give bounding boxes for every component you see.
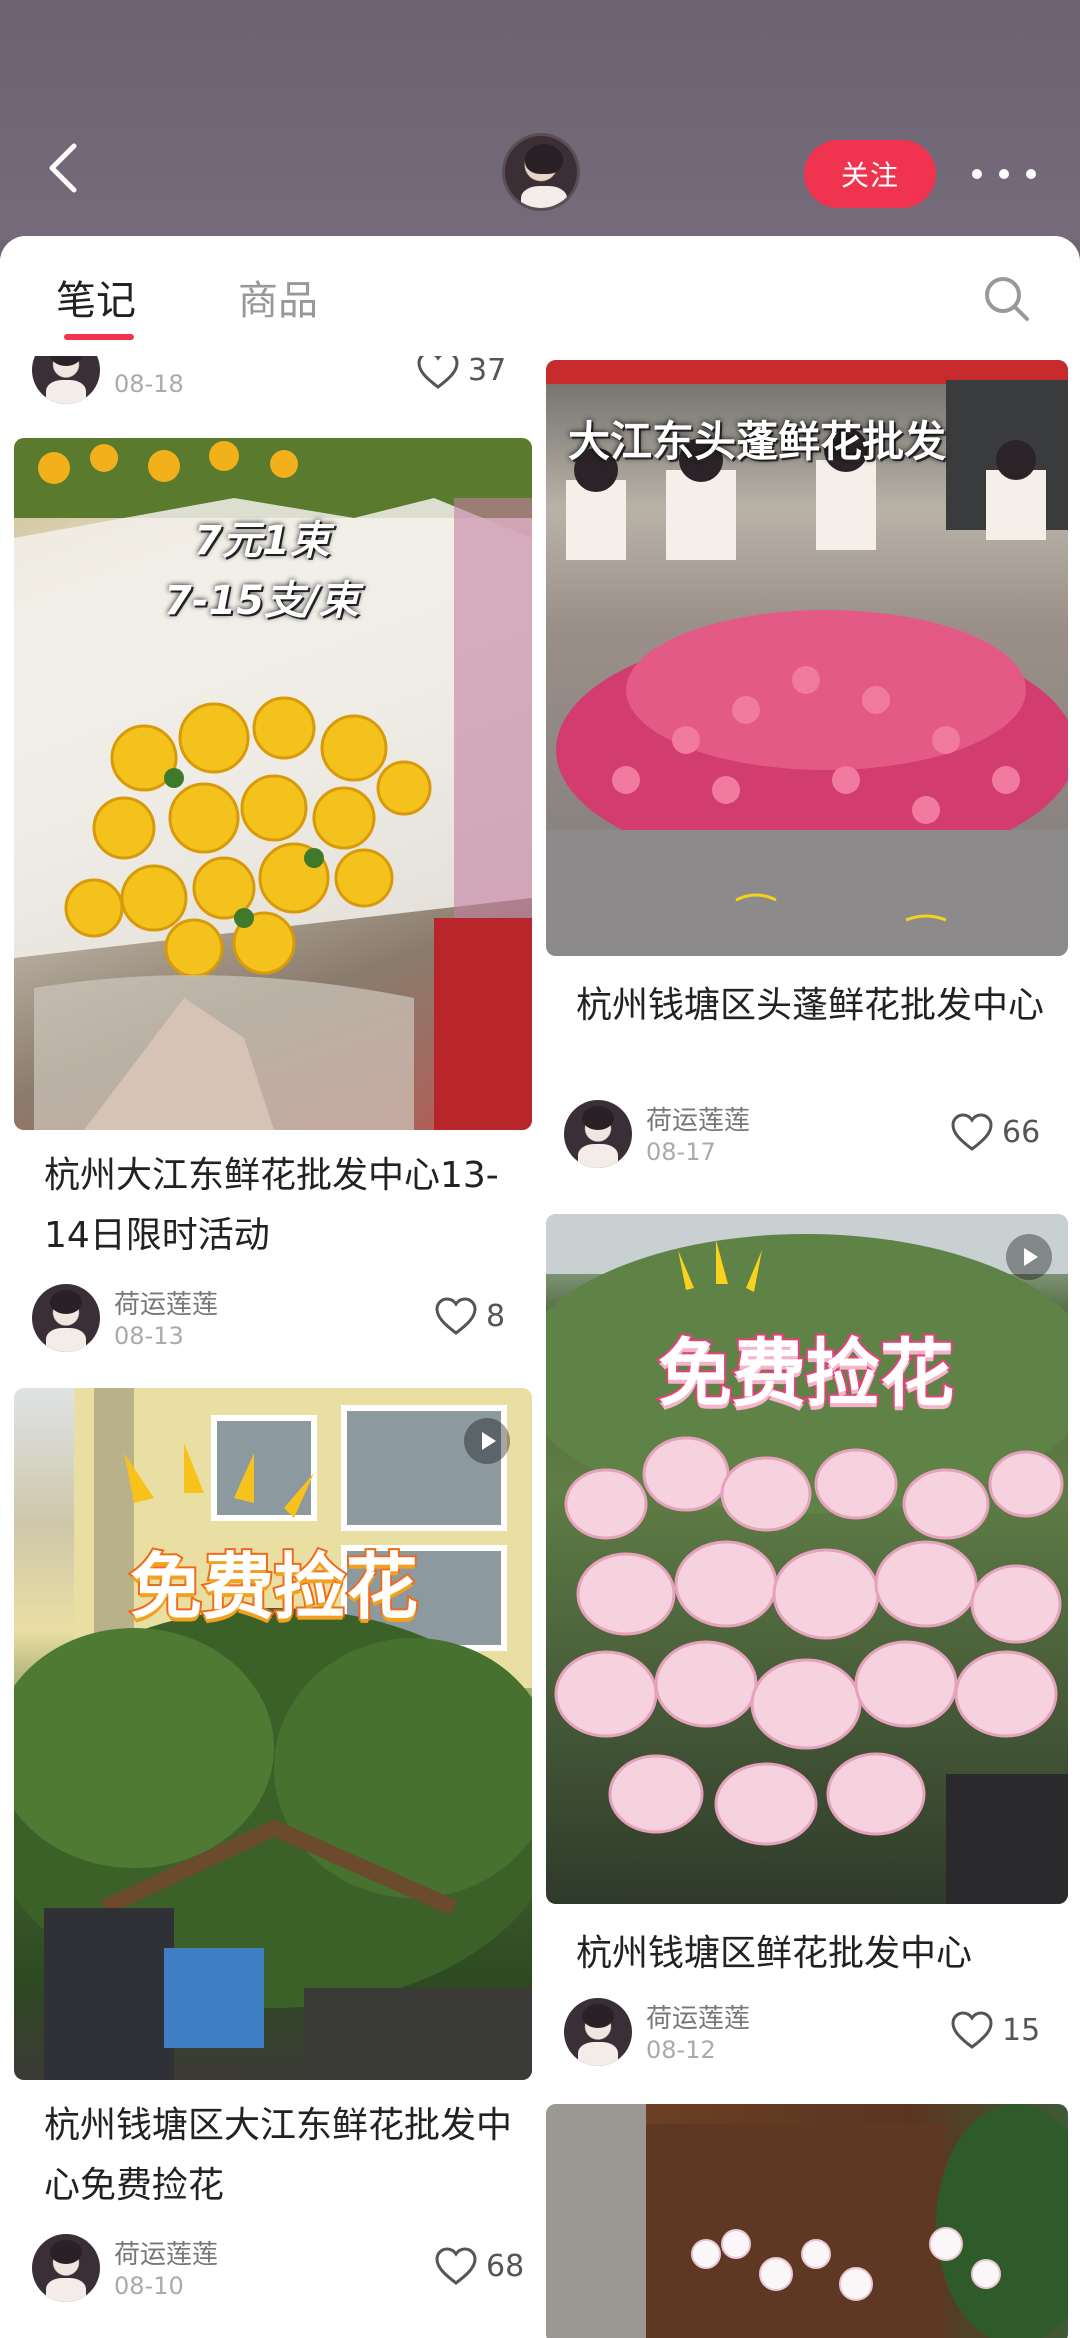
note-date: 08-17 (646, 1138, 716, 1166)
avatar (32, 2234, 100, 2302)
back-button[interactable] (40, 138, 90, 198)
note-date: 08-13 (114, 1322, 184, 1350)
like-count: 8 (486, 1298, 506, 1334)
author-name: 荷运莲莲 (646, 2004, 751, 2034)
author-name: 荷运莲莲 (114, 2240, 219, 2270)
note-title: 杭州大江东鲜花批发中心13-14日限时活动 (44, 1155, 499, 1256)
burst-icon (124, 1443, 314, 1518)
play-icon (1006, 1234, 1052, 1280)
note-date: 08-10 (114, 2272, 184, 2300)
note-card[interactable]: 大江东头蓬鲜花批发 杭州钱塘区头蓬鲜花批发中心 (546, 360, 1068, 1050)
author-name: 荷运莲莲 (114, 1290, 219, 1320)
author-row: 荷运莲莲 08-13 8 (32, 1284, 532, 1356)
like-button[interactable]: 66 (950, 1112, 1040, 1152)
tab-goods[interactable]: 商品 (238, 268, 318, 326)
cover-overlay-text: 7-15支/束 (164, 578, 359, 624)
cover-overlay-text: 大江东头蓬鲜花批发 (568, 417, 947, 466)
like-count: 15 (1002, 2012, 1041, 2048)
like-button[interactable]: 68 (434, 2246, 524, 2286)
note-cover-image: 7元1束 7-15支/束 (14, 438, 532, 1130)
sparkle-icon (678, 1240, 762, 1292)
note-date: 08-18 (114, 370, 184, 398)
play-icon (464, 1418, 510, 1464)
note-cover-image: 大江东头蓬鲜花批发 (546, 360, 1068, 956)
note-card[interactable]: 免费捡花 杭州钱塘区大江东鲜花批发中心免费捡花 (14, 1388, 536, 2338)
heart-icon (435, 1297, 477, 1335)
tab-bar: 笔记 商品 (0, 236, 1080, 356)
active-tab-indicator (64, 334, 134, 340)
like-button[interactable]: 37 (416, 350, 506, 390)
note-title: 杭州钱塘区头蓬鲜花批发中心 (576, 985, 1045, 1026)
heart-icon (417, 351, 459, 389)
note-cover-image: 免费捡花 (14, 1388, 532, 2080)
search-icon (985, 277, 1029, 321)
like-button[interactable]: 8 (434, 1296, 505, 1336)
note-cover-image: 免费捡花 (546, 1214, 1068, 1904)
heart-icon (951, 1113, 993, 1151)
partial-note-card[interactable]: 08-18 37 (14, 336, 536, 406)
author-row: 荷运莲莲 08-10 68 (32, 2234, 532, 2306)
follow-button[interactable]: 关注 (804, 140, 936, 208)
note-cover-image (546, 2104, 1068, 2338)
avatar (564, 1998, 632, 2066)
tab-notes[interactable]: 笔记 (56, 268, 136, 326)
search-button[interactable] (982, 274, 1032, 324)
more-dots-icon (972, 169, 982, 179)
author-row: 荷运莲莲 08-17 66 (564, 1100, 1064, 1172)
chevron-left-icon (49, 143, 77, 193)
note-card[interactable]: 7元1束 7-15支/束 杭州大江东鲜花批发中心13-14日限时活动 (14, 438, 536, 1256)
content-sheet: 笔记 商品 08-18 37 7元1束 7-15支/束 杭州大江东鲜花批发中心1… (0, 236, 1080, 2338)
heart-icon (951, 2011, 993, 2049)
white-flowers-illustration (546, 2104, 1068, 2338)
like-count: 66 (1002, 1114, 1041, 1150)
author-row: 荷运莲莲 08-12 15 (564, 1998, 1064, 2070)
author-name: 荷运莲莲 (646, 1106, 751, 1136)
note-card[interactable] (546, 2104, 1068, 2338)
note-title: 杭州钱塘区鲜花批发中心 (576, 1933, 973, 1974)
like-button[interactable]: 15 (950, 2010, 1040, 2050)
cover-overlay-text: 7元1束 (194, 518, 330, 564)
like-count: 37 (468, 352, 507, 388)
more-button[interactable] (972, 150, 1036, 198)
cover-overlay-text: 免费捡花 (128, 1543, 420, 1631)
profile-avatar[interactable] (502, 133, 580, 211)
note-title: 杭州钱塘区大江东鲜花批发中心免费捡花 (44, 2105, 513, 2206)
note-card[interactable]: 免费捡花 杭州钱塘区鲜花批发中心 (546, 1214, 1068, 1974)
header-bar: 关注 (0, 0, 1080, 240)
cover-overlay-text: 免费捡花 (656, 1329, 956, 1419)
heart-icon (435, 2247, 477, 2285)
avatar (32, 1284, 100, 1352)
like-count: 68 (486, 2248, 525, 2284)
avatar (564, 1100, 632, 1168)
note-date: 08-12 (646, 2036, 716, 2064)
